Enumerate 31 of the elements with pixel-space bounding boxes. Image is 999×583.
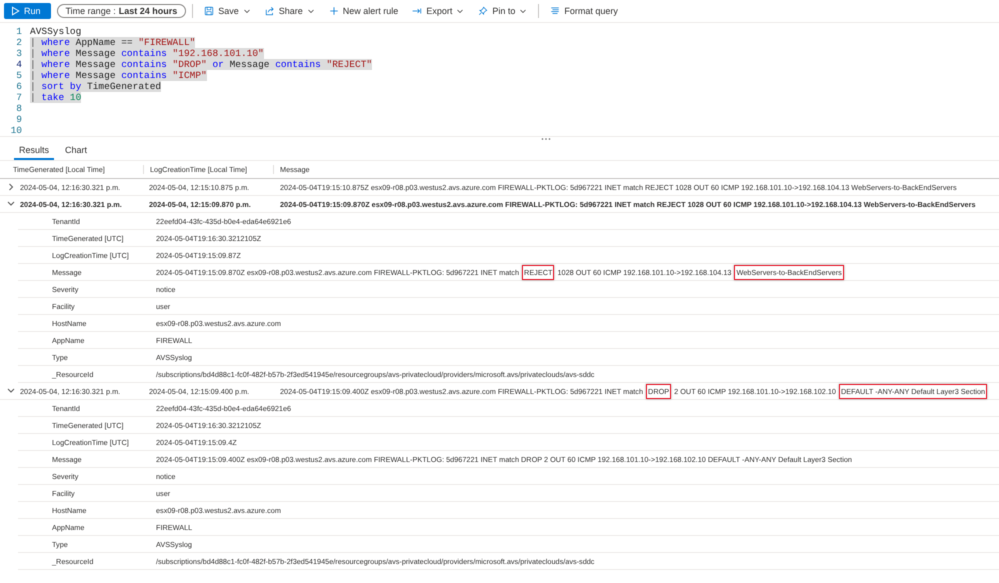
code-line: AVSSyslog	[30, 26, 82, 37]
chevron-down-icon[interactable]	[6, 200, 16, 208]
save-button[interactable]: Save	[199, 6, 256, 16]
line-number: 1	[15, 26, 23, 37]
line-number: 8	[15, 103, 23, 114]
chevron-right-icon[interactable]	[6, 183, 16, 191]
arrow-right-icon	[412, 6, 422, 16]
share-button[interactable]: Share	[260, 6, 320, 16]
time-range-button[interactable]: Time range : Last 24 hours	[56, 4, 186, 18]
pin-button[interactable]: Pin to	[473, 6, 532, 16]
alert-button[interactable]: New alert rule	[324, 6, 404, 16]
resize-handle-icon[interactable]	[541, 137, 551, 141]
plus-icon	[328, 6, 339, 16]
results-tab[interactable]: Results	[14, 144, 54, 160]
results-tab[interactable]: Chart	[60, 144, 92, 160]
pin-icon	[478, 6, 488, 16]
line-number: 3	[15, 48, 23, 59]
share-icon	[264, 6, 275, 16]
export-button[interactable]: Export	[407, 6, 470, 16]
chevron-down-icon[interactable]	[6, 387, 16, 395]
line-number: 5	[15, 70, 23, 81]
line-number: 2	[15, 37, 23, 48]
play-icon	[10, 6, 20, 16]
line-number: 6	[15, 81, 23, 92]
run-button[interactable]: Run	[4, 3, 51, 19]
lines-icon	[550, 6, 560, 16]
line-number: 9	[15, 114, 23, 125]
line-number: 4	[15, 59, 23, 70]
format-button[interactable]: Format query	[545, 6, 623, 16]
line-number: 10	[10, 125, 23, 136]
line-number: 7	[15, 92, 23, 103]
